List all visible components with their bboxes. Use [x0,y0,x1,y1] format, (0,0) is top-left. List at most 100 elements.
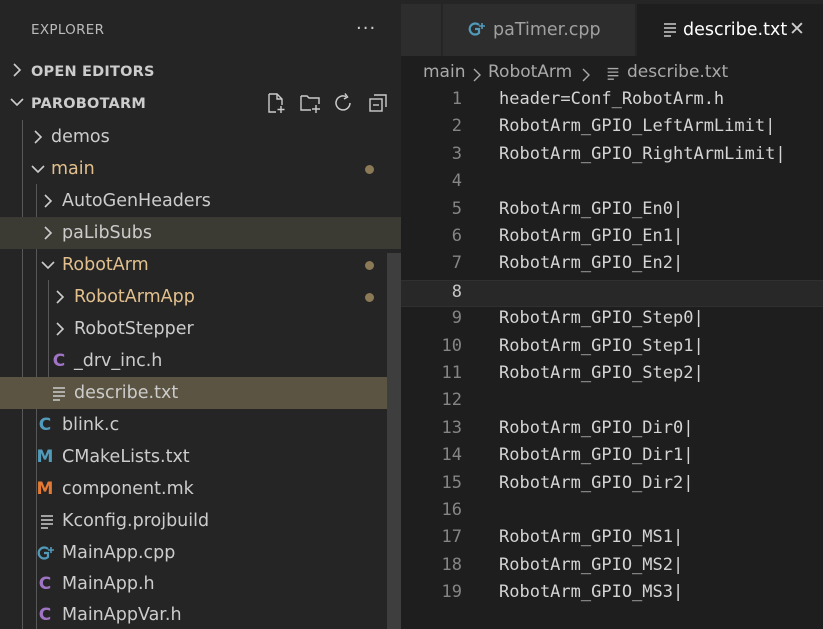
tree-file-describe-txt[interactable]: describe.txt [0,377,401,409]
project-section[interactable]: PAROBOTARM [0,88,401,120]
c-header-icon: C [38,574,52,594]
text-file-icon [664,23,676,37]
line-number: 14 [441,445,462,466]
tree-folder-palibsubs[interactable]: paLibSubs [0,217,401,249]
tree-item-label: MainAppVar.h [62,605,182,625]
chevron-right-icon [473,68,481,82]
cpp-file-icon [468,22,485,36]
tree-item-label: MainApp.cpp [62,543,176,563]
breadcrumb: main RobotArm describe.txt [401,56,823,88]
text-file-icon [607,67,619,80]
explorer-sidebar: EXPLORER ··· OPEN EDITORS PAROBOTARM dem… [0,0,401,629]
tab-bar: paTimer.cpp describe.txt ✕ [401,0,823,56]
refresh-icon[interactable] [333,92,355,114]
code-line[interactable]: 13 RobotArm_GPIO_Dir0| [401,417,823,445]
line-number: 7 [451,253,462,274]
chevron-down-icon [10,98,24,107]
tree-file-drv-inc-h[interactable]: C _drv_inc.h [0,345,401,377]
code-line[interactable]: 10 RobotArm_GPIO_Step1| [401,335,823,363]
tree-item-label: Kconfig.projbuild [62,511,210,531]
code-line[interactable]: 12 [401,389,823,417]
tree-folder-demos[interactable]: demos [0,121,401,153]
tree-folder-autogenheaders[interactable]: AutoGenHeaders [0,185,401,217]
line-number: 3 [451,143,462,164]
chevron-right-icon [56,322,65,336]
project-label: PAROBOTARM [31,96,146,112]
breadcrumb-item[interactable]: main [423,62,465,82]
tree-file-blink-c[interactable]: C blink.c [0,409,401,441]
modified-dot [365,165,374,174]
tree-folder-robotarm[interactable]: RobotArm [0,249,401,281]
breadcrumb-item[interactable]: RobotArm [488,62,572,82]
line-text: RobotArm_GPIO_Dir0| [499,417,694,438]
line-text: RobotArm_GPIO_MS2| [499,554,684,575]
tree-file-mainappvar-h[interactable]: C MainAppVar.h [0,599,401,629]
line-number: 15 [441,472,462,493]
chevron-right-icon [13,63,22,77]
tree-file-mainapp-h[interactable]: C MainApp.h [0,568,401,600]
line-text: RobotArm_GPIO_RightArmLimit| [499,143,786,164]
tree-item-label: RobotArmApp [74,287,195,307]
tab-overflow[interactable] [401,4,441,56]
tree-item-label: demos [51,127,110,147]
line-number: 13 [441,417,462,438]
code-line[interactable]: 3 RobotArm_GPIO_RightArmLimit| [401,143,823,171]
text-file-icon [41,515,53,529]
line-text: RobotArm_GPIO_Dir1| [499,445,694,466]
tree-folder-robotstepper[interactable]: RobotStepper [0,313,401,345]
code-line[interactable]: 4 [401,170,823,198]
close-icon[interactable]: ✕ [789,18,805,40]
tree-folder-main[interactable]: main [0,153,401,185]
code-line[interactable]: 11 RobotArm_GPIO_Step2| [401,362,823,390]
chevron-right-icon [582,68,590,82]
code-line[interactable]: 15 RobotArm_GPIO_Dir2| [401,472,823,500]
code-line[interactable]: 17 RobotArm_GPIO_MS1| [401,526,823,554]
code-line[interactable]: 5 RobotArm_GPIO_En0| [401,198,823,226]
tab-describe-txt[interactable]: describe.txt ✕ [637,4,823,56]
tree-file-cmakelists[interactable]: M CMakeLists.txt [0,441,401,473]
text-file-icon [53,387,65,401]
collapse-all-icon[interactable] [367,92,389,114]
tree-item-label: RobotStepper [74,319,194,339]
line-number: 19 [441,582,462,603]
sidebar-scrollbar[interactable] [387,253,401,629]
code-line[interactable]: 7 RobotArm_GPIO_En2| [401,252,823,280]
modified-dot [365,293,374,302]
code-line[interactable]: 2 RobotArm_GPIO_LeftArmLimit| [401,115,823,143]
code-line[interactable]: 8 [401,279,823,308]
code-line[interactable]: 1 header=Conf_RobotArm.h [401,88,823,116]
explorer-actions [265,92,389,116]
chevron-right-icon [56,290,65,304]
code-line[interactable]: 14 RobotArm_GPIO_Dir1| [401,444,823,472]
code-editor[interactable]: 1 header=Conf_RobotArm.h 2 RobotArm_GPIO_Le… [401,88,823,629]
line-text: header=Conf_RobotArm.h [499,89,725,109]
tab-patimer-cpp[interactable]: paTimer.cpp [443,4,635,56]
code-line[interactable]: 16 [401,499,823,527]
explorer-header: EXPLORER ··· [0,0,401,60]
tree-file-kconfig[interactable]: Kconfig.projbuild [0,505,401,537]
line-number: 12 [441,390,462,411]
tree-file-component-mk[interactable]: M component.mk [0,473,401,505]
tree-folder-robotarmapp[interactable]: RobotArmApp [0,281,401,313]
code-line[interactable]: 6 RobotArm_GPIO_En1| [401,225,823,253]
breadcrumb-item[interactable]: describe.txt [627,62,728,82]
line-number: 18 [441,554,462,575]
c-file-icon: C [38,415,52,435]
line-number: 10 [441,335,462,356]
more-actions-icon[interactable]: ··· [356,18,376,39]
line-text: RobotArm_GPIO_En1| [499,226,684,246]
line-text: RobotArm_GPIO_En0| [499,198,684,219]
line-number: 5 [451,198,462,219]
line-number: 4 [451,171,462,192]
new-file-icon[interactable] [265,92,287,114]
line-text: RobotArm_GPIO_MS1| [499,527,684,548]
code-line[interactable]: 18 RobotArm_GPIO_MS2| [401,554,823,582]
line-number: 1 [451,89,462,109]
tree-file-mainapp-cpp[interactable]: MainApp.cpp [0,537,401,569]
tree-item-label: describe.txt [74,383,179,403]
open-editors-section[interactable]: OPEN EDITORS [0,56,401,88]
code-line[interactable]: 19 RobotArm_GPIO_MS3| [401,581,823,609]
modified-dot [365,261,374,270]
new-folder-icon[interactable] [299,92,321,114]
code-line[interactable]: 9 RobotArm_GPIO_Step0| [401,307,823,335]
